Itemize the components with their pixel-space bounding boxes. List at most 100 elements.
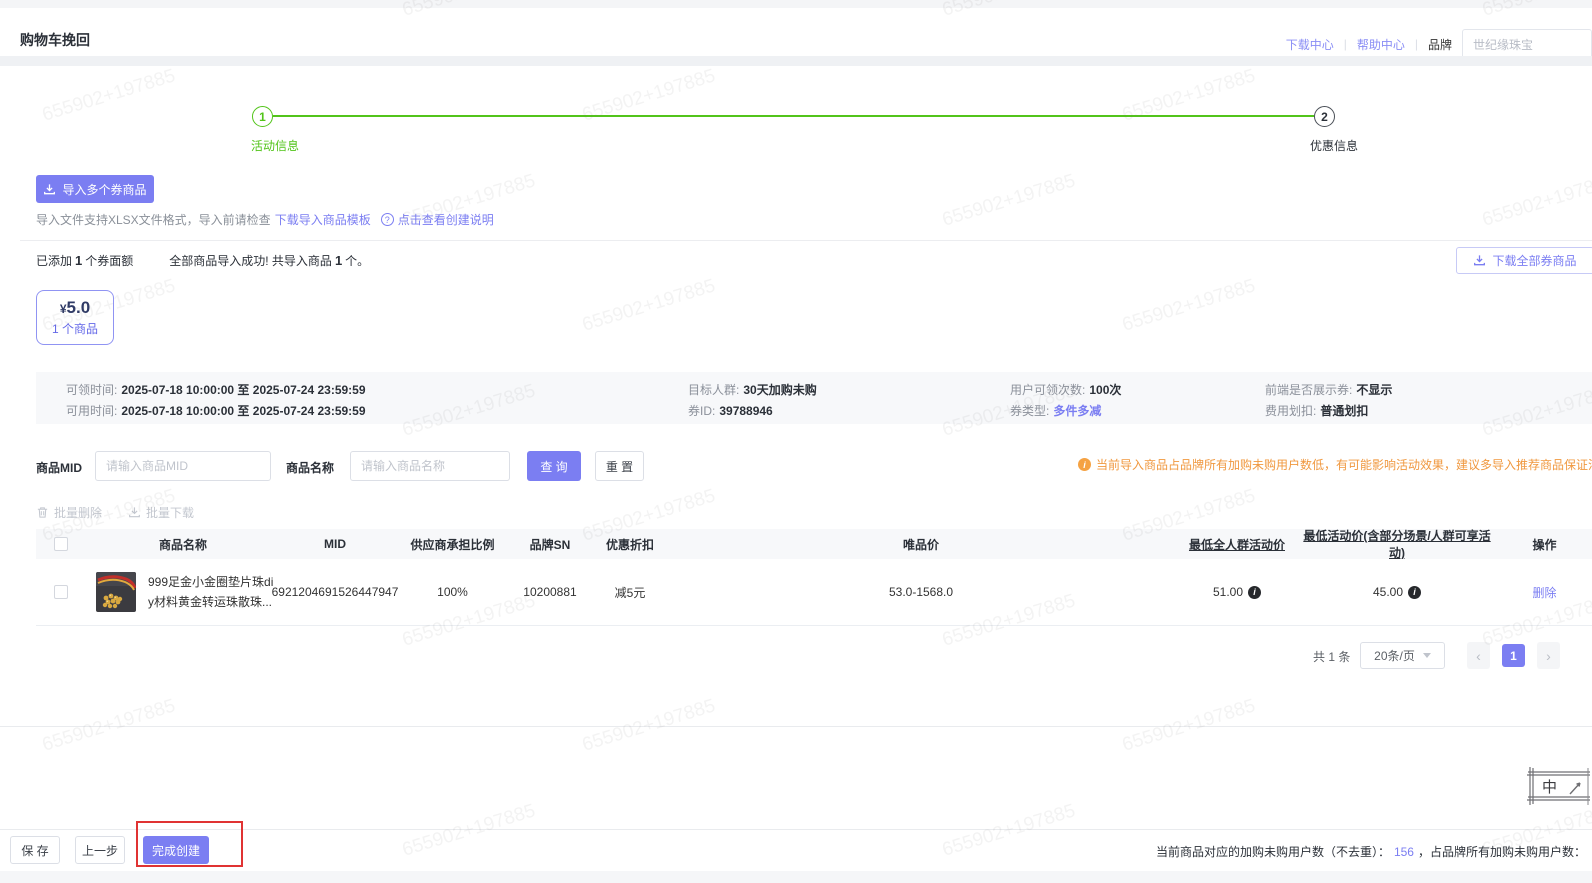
header-min-activity-price: 最低活动价(含部分场景/人群可享活动)	[1297, 527, 1497, 561]
row-checkbox[interactable]	[54, 585, 68, 599]
separator: |	[1415, 37, 1418, 51]
vip-price: 53.0-1568.0	[665, 585, 1177, 599]
brand-input[interactable]	[1462, 29, 1592, 59]
warning-info-icon: i	[1078, 458, 1091, 471]
header-mid: MID	[270, 537, 400, 551]
watermark-layer: 655902+197885655902+197885655902+1978856…	[0, 0, 1592, 883]
step-1-label: 活动信息	[251, 137, 299, 154]
coupon-info-panel: 可领时间:2025-07-18 10:00:00 至 2025-07-24 23…	[36, 372, 1592, 424]
use-time-value: 2025-07-18 10:00:00 至 2025-07-24 23:59:5…	[121, 404, 365, 418]
next-page-button[interactable]: ›	[1537, 642, 1560, 669]
header-actions: 操作	[1497, 536, 1592, 553]
pagination-total: 共 1 条	[1313, 648, 1350, 665]
download-center-link[interactable]: 下载中心	[1286, 36, 1334, 53]
current-page-button[interactable]: 1	[1502, 644, 1525, 667]
info-row: 可领时间:2025-07-18 10:00:00 至 2025-07-24 23…	[36, 381, 1592, 397]
use-time-label: 可用时间:	[66, 404, 117, 418]
trash-icon	[36, 506, 49, 519]
header-brand-sn: 品牌SN	[505, 536, 595, 553]
import-coupon-products-button[interactable]: 导入多个券商品	[36, 175, 154, 203]
target-group-value: 30天加购未购	[743, 383, 816, 397]
coupon-amount: ¥5.0	[60, 299, 90, 318]
min-all-group-price: 51.00 i	[1213, 585, 1261, 599]
product-name: 999足金小金圈垫片珠diy材料黄金转运珠散珠...	[148, 572, 278, 612]
stat-suffix: ，占品牌所有加购未购用户数：	[1418, 845, 1586, 859]
footer-divider	[0, 829, 1592, 830]
download-all-label: 下载全部券商品	[1492, 252, 1576, 269]
page-size-select[interactable]: 20条/页	[1360, 642, 1445, 669]
added-count-text: 已添加1个券面额	[36, 252, 133, 269]
product-mid-label: 商品MID	[36, 459, 82, 476]
header-min-all-group-price: 最低全人群活动价	[1177, 536, 1297, 553]
coupon-id-value: 39788946	[719, 404, 772, 418]
create-help-link[interactable]: 点击查看创建说明	[398, 211, 494, 228]
stat-value[interactable]: 156	[1390, 845, 1418, 859]
coverage-warning: i 当前导入商品占品牌所有加购未购用户数低，有可能影响活动效果，建议多导入推荐商…	[1078, 456, 1592, 473]
import-count: 1	[332, 253, 345, 268]
header-supplier-ratio: 供应商承担比例	[400, 536, 505, 553]
coupon-type-link[interactable]: 多件多减	[1053, 404, 1101, 418]
download-template-link[interactable]: 下载导入商品模板	[275, 211, 371, 228]
reset-button[interactable]: 重 置	[595, 451, 644, 481]
coupon-type-label: 券类型:	[1010, 404, 1049, 418]
top-strip	[0, 0, 1592, 8]
product-name-input[interactable]	[350, 451, 510, 481]
chevron-down-icon	[1423, 653, 1431, 658]
supplier-ratio: 100%	[400, 585, 505, 599]
titlebar: 购物车挽回 下载中心 | 帮助中心 | 品牌	[0, 8, 1592, 56]
coupon-denomination-card[interactable]: ¥5.0 1 个商品	[36, 290, 114, 345]
batch-actions-bar: 批量删除 批量下载	[36, 504, 194, 521]
brand-label: 品牌	[1428, 36, 1452, 53]
delete-row-link[interactable]: 删除	[1532, 584, 1556, 601]
step-1-circle: 1	[252, 106, 273, 127]
batch-download-label: 批量下载	[146, 504, 194, 521]
claim-limit-label: 用户可领次数:	[1010, 383, 1085, 397]
previous-step-button[interactable]: 上一步	[75, 836, 125, 864]
coupon-id-label: 券ID:	[688, 404, 715, 418]
import-button-label: 导入多个券商品	[62, 181, 146, 198]
table-header: 商品名称 MID 供应商承担比例 品牌SN 优惠折扣 唯品价 最低全人群活动价 …	[36, 529, 1592, 559]
header-vip-price: 唯品价	[665, 536, 1177, 553]
info-row: 可用时间: 2025-07-18 10:00:00 至 2025-07-24 23…	[36, 402, 1592, 418]
info-icon[interactable]: i	[1248, 586, 1261, 599]
added-count: 1	[72, 253, 85, 268]
front-display-value: 不显示	[1356, 383, 1392, 397]
query-button[interactable]: 查 询	[527, 451, 581, 481]
prev-page-button[interactable]: ‹	[1467, 642, 1490, 669]
summary-bar: 已添加1个券面额 全部商品导入成功! 共导入商品1个。	[36, 252, 369, 269]
product-image	[96, 572, 136, 612]
batch-delete-button[interactable]: 批量删除	[36, 504, 102, 521]
table-row: 999足金小金圈垫片珠diy材料黄金转运珠散珠... 6921204691526…	[36, 559, 1592, 626]
brand-sn: 10200881	[505, 585, 595, 599]
footer-stat: 当前商品对应的加购未购用户数（不去重）：156，占品牌所有加购未购用户数：	[1156, 843, 1586, 860]
fee-deduction-value: 普通划扣	[1320, 404, 1368, 418]
fee-deduction-label: 费用划扣:	[1265, 404, 1316, 418]
batch-download-button[interactable]: 批量下载	[128, 504, 194, 521]
hint-text: 导入文件支持XLSX文件格式，导入前请检查	[36, 211, 271, 228]
claim-limit-value: 100次	[1089, 383, 1121, 397]
topbar-links: 下载中心 | 帮助中心 | 品牌	[1286, 29, 1592, 59]
info-icon[interactable]: i	[1408, 586, 1421, 599]
claim-time-value: 2025-07-18 10:00:00 至 2025-07-24 23:59:5…	[121, 383, 365, 397]
finish-create-button[interactable]: 完成创建	[143, 836, 209, 864]
page-size-value: 20条/页	[1374, 647, 1415, 664]
select-all-checkbox[interactable]	[54, 537, 68, 551]
product-cell: 999足金小金圈垫片珠diy材料黄金转运珠散珠...	[96, 572, 278, 612]
product-mid: 6921204691526447947	[270, 585, 400, 599]
coupon-product-count: 1 个商品	[52, 320, 98, 337]
batch-delete-label: 批量删除	[54, 504, 102, 521]
save-button[interactable]: 保 存	[10, 836, 60, 864]
min-activity-price: 45.00 i	[1373, 585, 1421, 599]
coupon-create-page: 购物车挽回 下载中心 | 帮助中心 | 品牌 1 2 活动信息 优惠信息 导入多…	[0, 0, 1592, 883]
question-circle-icon: ?	[381, 213, 394, 226]
separator: |	[1344, 37, 1347, 51]
step-2-circle: 2	[1314, 106, 1335, 127]
product-mid-input[interactable]	[95, 451, 271, 481]
target-group-label: 目标人群:	[688, 383, 739, 397]
download-all-coupon-products-button[interactable]: 下载全部券商品	[1456, 247, 1592, 274]
download-icon	[128, 506, 141, 519]
page-title: 购物车挽回	[20, 30, 90, 50]
content-divider	[0, 726, 1592, 727]
help-center-link[interactable]: 帮助中心	[1357, 36, 1405, 53]
bottom-strip	[0, 871, 1592, 883]
